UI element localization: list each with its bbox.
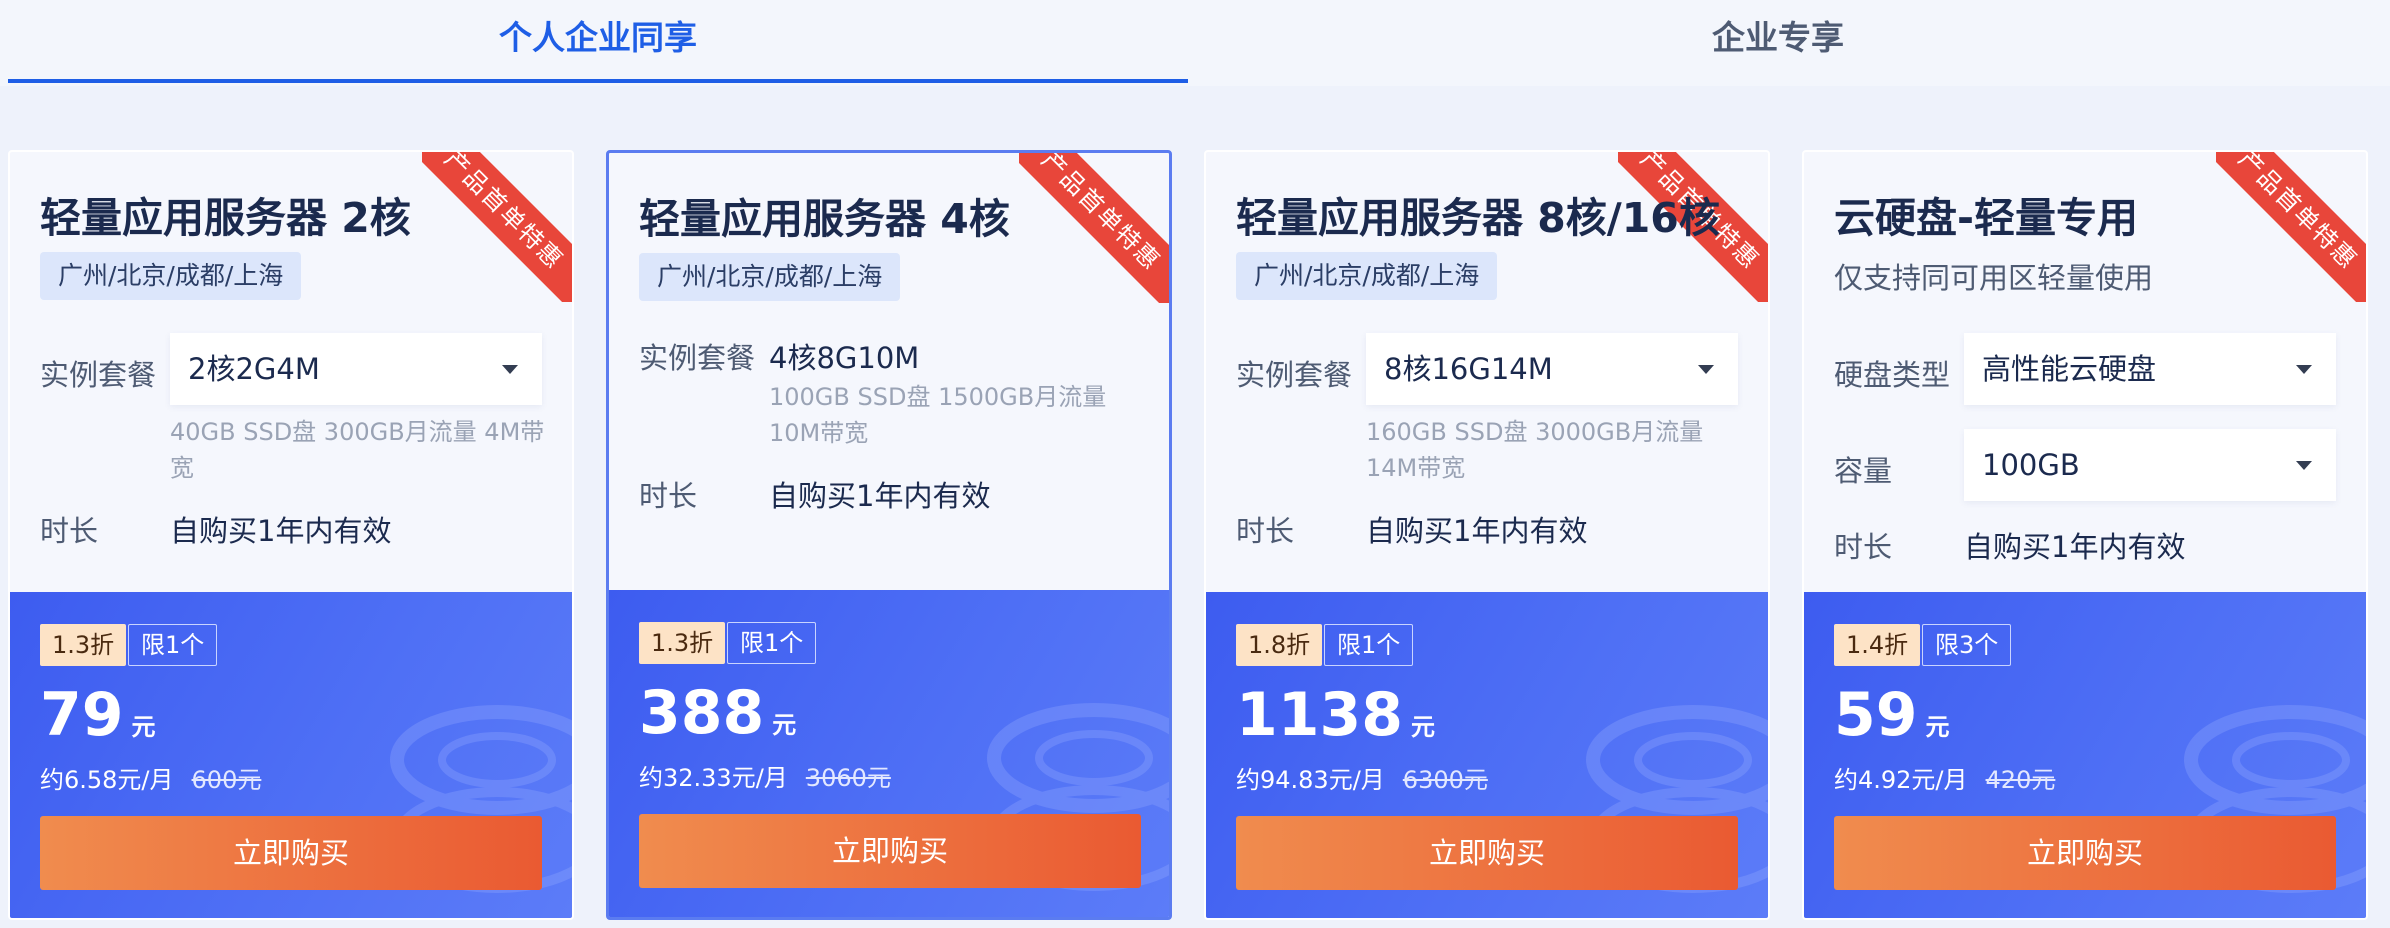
duration-value: 自购买1年内有效 bbox=[1366, 514, 1588, 548]
card-title: 轻量应用服务器 2核 bbox=[40, 194, 411, 242]
card-title: 轻量应用服务器 8核/16核 bbox=[1236, 194, 1720, 242]
capacity-select-value: 100GB bbox=[1982, 448, 2080, 482]
duration-label: 时长 bbox=[1834, 530, 1893, 564]
chevron-down-icon bbox=[1698, 365, 1714, 374]
monthly-price-value: 约6.58元/月 bbox=[40, 766, 174, 794]
monthly-price: 约94.83元/月 6300元 bbox=[1236, 760, 1488, 795]
price: 79 元 bbox=[40, 680, 156, 750]
price-amount: 1138 bbox=[1236, 680, 1403, 750]
region-badge: 广州/北京/成都/上海 bbox=[40, 252, 302, 300]
duration-label: 时长 bbox=[1236, 514, 1295, 548]
promo-ribbon: 产品首单特惠 bbox=[2216, 152, 2366, 302]
package-description: 160GB SSD盘 3000GB月流量 14M带宽 bbox=[1366, 418, 1704, 482]
promo-ribbon: 产品首单特惠 bbox=[1019, 153, 1169, 303]
discount-badge: 1.3折 bbox=[639, 622, 726, 664]
promo-ribbon-text: 产品首单特惠 bbox=[2216, 152, 2366, 302]
product-card-4core: 产品首单特惠 轻量应用服务器 4核 广州/北京/成都/上海 实例套餐 4核8G1… bbox=[606, 150, 1172, 920]
monthly-price: 约32.33元/月 3060元 bbox=[639, 758, 891, 793]
price-unit: 元 bbox=[1925, 713, 1950, 741]
monthly-price: 约6.58元/月 600元 bbox=[40, 760, 261, 795]
discount-badge: 1.4折 bbox=[1834, 624, 1921, 666]
original-price: 420元 bbox=[1985, 766, 2056, 794]
duration-value: 自购买1年内有效 bbox=[1964, 530, 2186, 564]
original-price: 6300元 bbox=[1402, 766, 1488, 794]
discount-badge: 1.3折 bbox=[40, 624, 127, 666]
purchase-limit-badge: 限1个 bbox=[128, 624, 218, 666]
original-price: 3060元 bbox=[805, 764, 891, 792]
price-section: 1.4折 限3个 59 元 约4.92元/月 420元 立即购买 bbox=[1804, 592, 2366, 918]
monthly-price: 约4.92元/月 420元 bbox=[1834, 760, 2055, 795]
price-amount: 388 bbox=[639, 678, 765, 748]
package-select-value: 2核2G4M bbox=[188, 352, 320, 386]
card-title: 云硬盘-轻量专用 bbox=[1834, 194, 2139, 242]
product-card-2core: 产品首单特惠 轻量应用服务器 2核 广州/北京/成都/上海 实例套餐 2核2G4… bbox=[8, 150, 574, 920]
monthly-price-value: 约94.83元/月 bbox=[1236, 766, 1385, 794]
buy-now-button[interactable]: 立即购买 bbox=[1834, 816, 2336, 890]
region-badge: 广州/北京/成都/上海 bbox=[639, 253, 901, 301]
price: 1138 元 bbox=[1236, 680, 1435, 750]
buy-now-button[interactable]: 立即购买 bbox=[40, 816, 542, 890]
monthly-price-value: 约4.92元/月 bbox=[1834, 766, 1968, 794]
package-label: 实例套餐 bbox=[40, 358, 157, 392]
product-card-cloud-disk: 产品首单特惠 云硬盘-轻量专用 仅支持同可用区轻量使用 硬盘类型 高性能云硬盘 … bbox=[1802, 150, 2368, 920]
capacity-select[interactable]: 100GB bbox=[1964, 429, 2336, 501]
package-select[interactable]: 2核2G4M bbox=[170, 333, 542, 405]
promo-ribbon-text: 产品首单特惠 bbox=[1019, 153, 1169, 303]
price-section: 1.3折 限1个 79 元 约6.58元/月 600元 立即购买 bbox=[10, 592, 572, 918]
price-section: 1.3折 限1个 388 元 约32.33元/月 3060元 立即购买 bbox=[609, 590, 1169, 917]
package-label: 实例套餐 bbox=[1236, 358, 1353, 392]
price-unit: 元 bbox=[772, 711, 797, 739]
price-section: 1.8折 限1个 1138 元 约94.83元/月 6300元 立即购买 bbox=[1206, 592, 1768, 918]
promo-ribbon: 产品首单特惠 bbox=[422, 152, 572, 302]
card-title: 轻量应用服务器 4核 bbox=[639, 195, 1010, 243]
chevron-down-icon bbox=[2296, 365, 2312, 374]
tab-personal-enterprise[interactable]: 个人企业同享 bbox=[8, 0, 1188, 86]
monthly-price-value: 约32.33元/月 bbox=[639, 764, 788, 792]
package-select-value: 8核16G14M bbox=[1384, 352, 1553, 386]
package-description: 40GB SSD盘 300GB月流量 4M带宽 bbox=[170, 418, 545, 482]
package-select[interactable]: 8核16G14M bbox=[1366, 333, 1738, 405]
purchase-limit-badge: 限1个 bbox=[1324, 624, 1414, 666]
price-unit: 元 bbox=[131, 713, 156, 741]
chevron-down-icon bbox=[2296, 461, 2312, 470]
region-badge: 广州/北京/成都/上海 bbox=[1236, 252, 1498, 300]
price-amount: 59 bbox=[1834, 680, 1918, 750]
active-tab-indicator bbox=[8, 79, 1188, 83]
purchase-limit-badge: 限3个 bbox=[1922, 624, 2012, 666]
original-price: 600元 bbox=[191, 766, 262, 794]
duration-value: 自购买1年内有效 bbox=[769, 479, 991, 513]
buy-now-button[interactable]: 立即购买 bbox=[639, 814, 1141, 888]
package-description: 100GB SSD盘 1500GB月流量 10M带宽 bbox=[769, 383, 1107, 447]
price-amount: 79 bbox=[40, 680, 124, 750]
product-card-8core: 产品首单特惠 轻量应用服务器 8核/16核 广州/北京/成都/上海 实例套餐 8… bbox=[1204, 150, 1770, 920]
package-label: 实例套餐 bbox=[639, 341, 756, 375]
duration-value: 自购买1年内有效 bbox=[170, 514, 392, 548]
promo-ribbon-text: 产品首单特惠 bbox=[422, 152, 572, 302]
disk-type-select[interactable]: 高性能云硬盘 bbox=[1964, 333, 2336, 405]
purchase-limit-badge: 限1个 bbox=[727, 622, 817, 664]
discount-badge: 1.8折 bbox=[1236, 624, 1323, 666]
package-value: 4核8G10M bbox=[769, 341, 920, 375]
duration-label: 时长 bbox=[40, 514, 99, 548]
capacity-label: 容量 bbox=[1834, 454, 1893, 488]
buy-now-button[interactable]: 立即购买 bbox=[1236, 816, 1738, 890]
chevron-down-icon bbox=[502, 365, 518, 374]
price-unit: 元 bbox=[1411, 713, 1435, 741]
tab-enterprise-only[interactable]: 企业专享 bbox=[1188, 0, 2368, 86]
disk-type-select-value: 高性能云硬盘 bbox=[1982, 352, 2157, 386]
card-subtitle: 仅支持同可用区轻量使用 bbox=[1834, 261, 2154, 295]
duration-label: 时长 bbox=[639, 479, 698, 513]
disk-type-label: 硬盘类型 bbox=[1834, 358, 1951, 392]
price: 388 元 bbox=[639, 678, 796, 748]
price: 59 元 bbox=[1834, 680, 1950, 750]
tab-bar: 个人企业同享 企业专享 bbox=[0, 0, 2390, 86]
